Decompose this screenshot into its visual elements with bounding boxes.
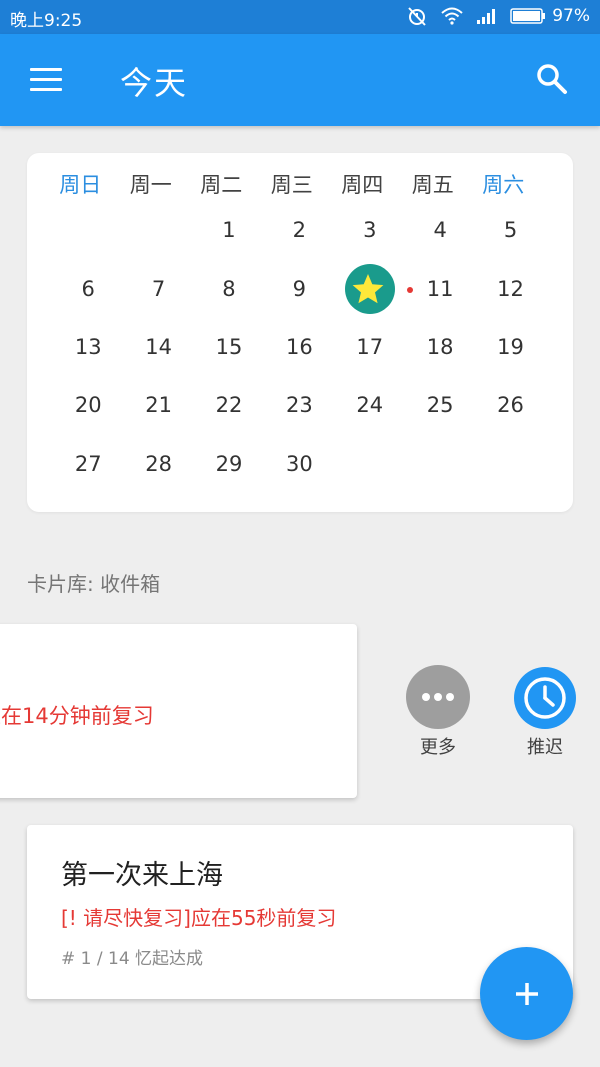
calendar-day[interactable]: 14 [123, 318, 193, 376]
calendar-day[interactable]: 23 [264, 376, 334, 434]
battery: 97% [510, 6, 590, 26]
calendar-day[interactable]: 28 [123, 435, 193, 493]
wifi-icon [441, 7, 463, 25]
battery-icon [510, 8, 546, 24]
deck-section-label: 卡片库: 收件箱 [27, 572, 161, 596]
calendar-day[interactable]: 21 [123, 376, 193, 434]
battery-percent: 97% [552, 6, 590, 26]
weekday-label: 周六 [482, 173, 525, 197]
swiped-card-review: 应在14分钟前复习 [0, 704, 154, 728]
more-icon [406, 665, 470, 729]
calendar-day[interactable]: 11 [405, 259, 475, 317]
calendar-day[interactable]: 29 [194, 435, 264, 493]
calendar-day[interactable]: 5 [475, 201, 545, 259]
calendar-day[interactable]: 18 [405, 318, 475, 376]
calendar-day[interactable]: 15 [194, 318, 264, 376]
calendar-day[interactable]: 17 [335, 318, 405, 376]
calendar-day[interactable]: 3 [335, 201, 405, 259]
search-icon[interactable] [535, 62, 569, 96]
card-meta: # 1 / 14 忆起达成 [61, 949, 204, 969]
postpone-label: 推迟 [527, 737, 563, 758]
calendar-day[interactable]: 16 [264, 318, 334, 376]
calendar-day[interactable]: 27 [53, 435, 123, 493]
weekday-label: 周日 [59, 173, 102, 197]
calendar-day[interactable]: 20 [53, 376, 123, 434]
calendar-day[interactable]: 19 [475, 318, 545, 376]
more-button[interactable]: 更多 [406, 665, 470, 759]
card-review-status: [! 请尽快复习]应在55秒前复习 [61, 906, 337, 930]
calendar-day[interactable]: 24 [335, 376, 405, 434]
hamburger-menu-icon[interactable] [30, 68, 62, 92]
card-title: 第一次来上海 [61, 860, 223, 891]
app-bar: 今天 [0, 34, 600, 126]
weekday-label: 周二 [200, 173, 243, 197]
month-calendar: 周日 周一 周二 周三 周四 周五 周六 1 2 3 4 5 6 7 8 9 11 12 13 14 15 16 17 18… [27, 153, 573, 512]
star-icon [344, 263, 414, 314]
calendar-day[interactable]: 25 [405, 376, 475, 434]
calendar-day[interactable]: 30 [264, 435, 334, 493]
calendar-day[interactable]: 22 [194, 376, 264, 434]
status-time: 晚上9:25 [10, 11, 83, 31]
more-label: 更多 [420, 737, 456, 758]
calendar-day[interactable]: 13 [53, 318, 123, 376]
calendar-day[interactable]: 8 [194, 259, 264, 317]
signal-icon [477, 9, 496, 24]
calendar-day[interactable]: 9 [264, 259, 334, 317]
clock-icon [514, 667, 576, 729]
weekday-label: 周一 [129, 173, 172, 197]
alarm-off-icon [408, 7, 426, 26]
calendar-day[interactable]: 26 [475, 376, 545, 434]
plus-icon [515, 982, 538, 1005]
weekday-label: 周三 [270, 173, 313, 197]
weekday-label: 周四 [341, 173, 384, 197]
calendar-day[interactable]: 6 [53, 259, 123, 317]
calendar-days: 1 2 3 4 5 6 7 8 9 11 12 13 14 15 16 17 18 19 20 21 22 23 24 25 2… [53, 201, 546, 493]
swiped-card[interactable]: 应在14分钟前复习 [0, 624, 357, 798]
weekday-header: 周日 周一 周二 周三 周四 周五 周六 [45, 169, 539, 199]
calendar-day[interactable]: 4 [405, 201, 475, 259]
calendar-empty-cell [123, 201, 193, 259]
status-icons: 97% [406, 5, 590, 27]
calendar-day-today[interactable] [335, 259, 414, 317]
calendar-day[interactable]: 1 [194, 201, 264, 259]
postpone-button[interactable]: 推迟 [514, 667, 576, 759]
calendar-day[interactable]: 12 [475, 259, 545, 317]
calendar-day[interactable]: 2 [264, 201, 334, 259]
status-bar: 晚上9:25 97% [0, 0, 600, 34]
add-card-button[interactable] [480, 947, 573, 1040]
weekday-label: 周五 [411, 173, 454, 197]
calendar-day[interactable]: 7 [123, 259, 193, 317]
calendar-empty-cell [53, 201, 123, 259]
page-title: 今天 [120, 64, 189, 102]
